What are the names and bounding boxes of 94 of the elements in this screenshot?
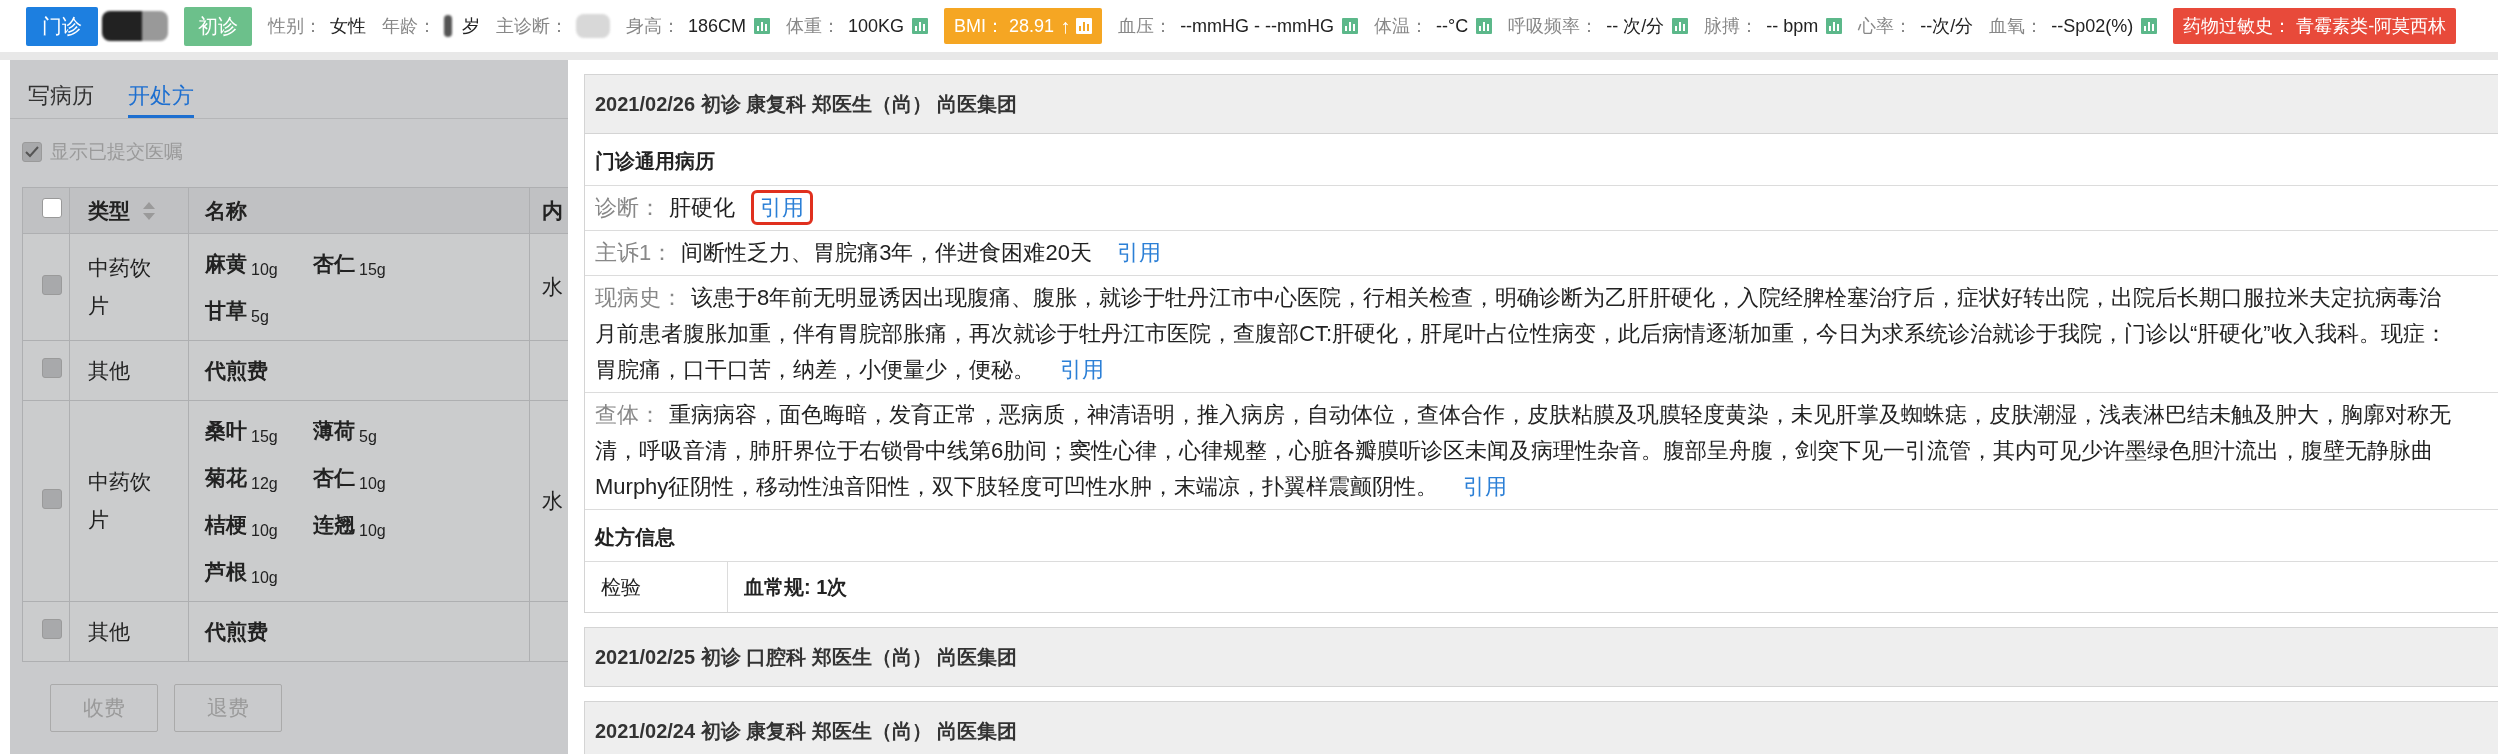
bar-chart-icon[interactable]	[912, 18, 929, 34]
field-text: 该患于8年前无明显诱因出现腹痛、腹胀，就诊于牡丹江市中心医院，行相关检查，明确诊断为乙肝肝硬化，入院经脾栓塞治疗后，症状好转出院，出院后长期口服拉米夫定抗病毒治	[691, 285, 2442, 310]
table-cell-text: 检验	[601, 574, 641, 600]
field-label: 性别：	[268, 15, 322, 38]
record-header[interactable]: 2021/02/26 初诊 康复科 郑医生（尚） 尚医集团	[585, 75, 2498, 133]
field-text: 胃脘痛，口干口苦，纳差，小便量少，便秘。	[595, 357, 1035, 382]
checkbox[interactable]	[22, 142, 42, 162]
field-text: 肝硬化	[669, 195, 735, 220]
field-value: -- bpm	[1766, 15, 1819, 37]
field-value: 岁	[462, 15, 480, 38]
bar-chart-icon[interactable]	[1342, 18, 1359, 34]
field-value: 女性	[330, 15, 366, 38]
field-text: 月前患者腹胀加重，伴有胃脘部胀痛，再次就诊于牡丹江市医院，查腹部CT:肝硬化，肝尾叶占位性病变，此后病情逐渐加重，今日为求系统诊治就诊于我院，门诊以“肝硬化”收入我科。现症：	[595, 321, 2447, 346]
table-cell-text: 血常规: 1次	[744, 574, 848, 600]
cite-link[interactable]: 引用	[1051, 352, 1113, 387]
badge-text: BMI： 28.91	[954, 15, 1055, 38]
badge-text: 药物过敏史： 青霉素类-阿莫西林	[2183, 15, 2447, 38]
table-cell-text: 其他	[88, 357, 131, 384]
form-title: 门诊通用病历	[595, 150, 715, 172]
arrow-icon: ↑	[1060, 14, 1071, 38]
drug-dose: 15g	[251, 427, 278, 446]
field-value: 186CM	[688, 15, 747, 37]
field-text: 间断性乏力、胃脘痛3年，伴进食困难20天	[681, 240, 1092, 265]
field-label: 脉搏：	[1704, 15, 1759, 38]
tab[interactable]: 写病历	[28, 60, 94, 118]
bar-chart-icon[interactable]	[754, 18, 771, 34]
table-cell-text: 中药饮片	[88, 469, 152, 533]
column-header: 类型	[88, 198, 130, 222]
table-cell: 水	[542, 275, 563, 298]
check-icon	[24, 145, 40, 159]
sort-icon	[142, 200, 156, 221]
drug-dose: 5g	[359, 427, 377, 446]
drug-dose: 5g	[251, 307, 269, 326]
cite-link[interactable]: 引用	[1454, 469, 1517, 504]
field-label: 体温：	[1374, 15, 1429, 38]
drug-dose: 12g	[251, 474, 278, 493]
field-label: 查体：	[595, 402, 661, 427]
field-label: 主诊断：	[496, 15, 568, 38]
drug-dose: 10g	[359, 521, 386, 540]
drug-dose: 15g	[359, 260, 386, 279]
column-header: 内	[542, 198, 563, 222]
field-value: --°C	[1436, 15, 1469, 37]
field-value: 100KG	[848, 15, 905, 37]
bar-chart-icon[interactable]	[2141, 18, 2158, 34]
table-cell-text: 其他	[88, 618, 131, 645]
field-label: 主诉1：	[595, 240, 674, 265]
bar-chart-icon[interactable]	[1826, 18, 1843, 34]
drug-dose: 10g	[251, 521, 278, 540]
field-label: 身高：	[626, 15, 680, 38]
field-text: Murphy征阴性，移动性浊音阳性，双下肢轻度可凹性水肿，末端凉，扑翼样震颤阴性。	[595, 474, 1439, 499]
field-label: 心率：	[1858, 15, 1913, 38]
field-value: --次/分	[1920, 15, 1974, 38]
drug-name: 麻黄	[205, 250, 247, 277]
cite-link[interactable]: 引用	[1107, 235, 1170, 270]
record-header[interactable]: 2021/02/25 初诊 口腔科 郑医生（尚） 尚医集团	[585, 628, 2498, 686]
tab[interactable]: 开处方	[128, 60, 194, 118]
record-header[interactable]: 2021/02/24 初诊 康复科 郑医生（尚） 尚医集团	[585, 702, 2498, 754]
drug-name: 代煎费	[205, 357, 268, 384]
drug-dose: 10g	[251, 568, 278, 587]
drug-name: 薄荷	[313, 417, 355, 444]
field-label: 年龄：	[382, 15, 436, 38]
field-text: 重病病容，面色晦暗，发育正常，恶病质，神清语明，推入病房，自动体位，查体合作，皮肤粘膜及巩膜轻度黄染，未见肝掌及蜘蛛痣，皮肤潮湿，浅表淋巴结未触及肿大，胸廓对称无	[669, 402, 2451, 427]
field-label: 呼吸频率：	[1508, 15, 1599, 38]
bar-chart-icon[interactable]	[1476, 18, 1493, 34]
field-value: --Sp02(%)	[2051, 15, 2134, 37]
visit-type-button[interactable]: 门诊	[26, 6, 98, 46]
field-text: 清，呼吸音清，肺肝界位于右锁骨中线第6肋间；窦性心律，心律规整，心脏各瓣膜听诊区未闻及病理性杂音。腹部呈舟腹，剑突下见一引流管，其内可见少许墨绿色胆汁流出，腹壁无静脉曲	[595, 438, 2434, 463]
field-label: 血氧：	[1989, 15, 2044, 38]
bar-chart-icon[interactable]	[1076, 18, 1093, 34]
table-cell-text: 中药饮片	[88, 255, 152, 319]
drug-name: 连翘	[313, 511, 355, 538]
field-value: -- 次/分	[1606, 15, 1665, 38]
drug-name: 芦根	[205, 558, 247, 585]
drug-name: 甘草	[205, 297, 247, 324]
drug-name: 桔梗	[205, 511, 247, 538]
drug-name: 杏仁	[313, 464, 355, 491]
drug-name: 代煎费	[205, 618, 268, 645]
field-label: 诊断：	[595, 195, 661, 220]
drug-name: 菊花	[205, 464, 247, 491]
checkbox[interactable]	[42, 198, 62, 218]
field-value: --mmHG - --mmHG	[1180, 15, 1335, 37]
drug-name: 杏仁	[313, 250, 355, 277]
visit-tag: 初诊	[184, 6, 252, 46]
section-title: 处方信息	[595, 526, 675, 548]
column-header: 名称	[205, 198, 247, 222]
field-label: 血压：	[1118, 15, 1173, 38]
drug-dose: 10g	[359, 474, 386, 493]
table-cell: 水	[542, 489, 563, 512]
cite-link[interactable]: 引用	[751, 190, 813, 225]
drug-dose: 10g	[251, 260, 278, 279]
bar-chart-icon[interactable]	[1672, 18, 1689, 34]
drug-name: 桑叶	[205, 417, 247, 444]
field-label: 体重：	[786, 15, 841, 38]
field-label: 现病史：	[595, 285, 683, 310]
